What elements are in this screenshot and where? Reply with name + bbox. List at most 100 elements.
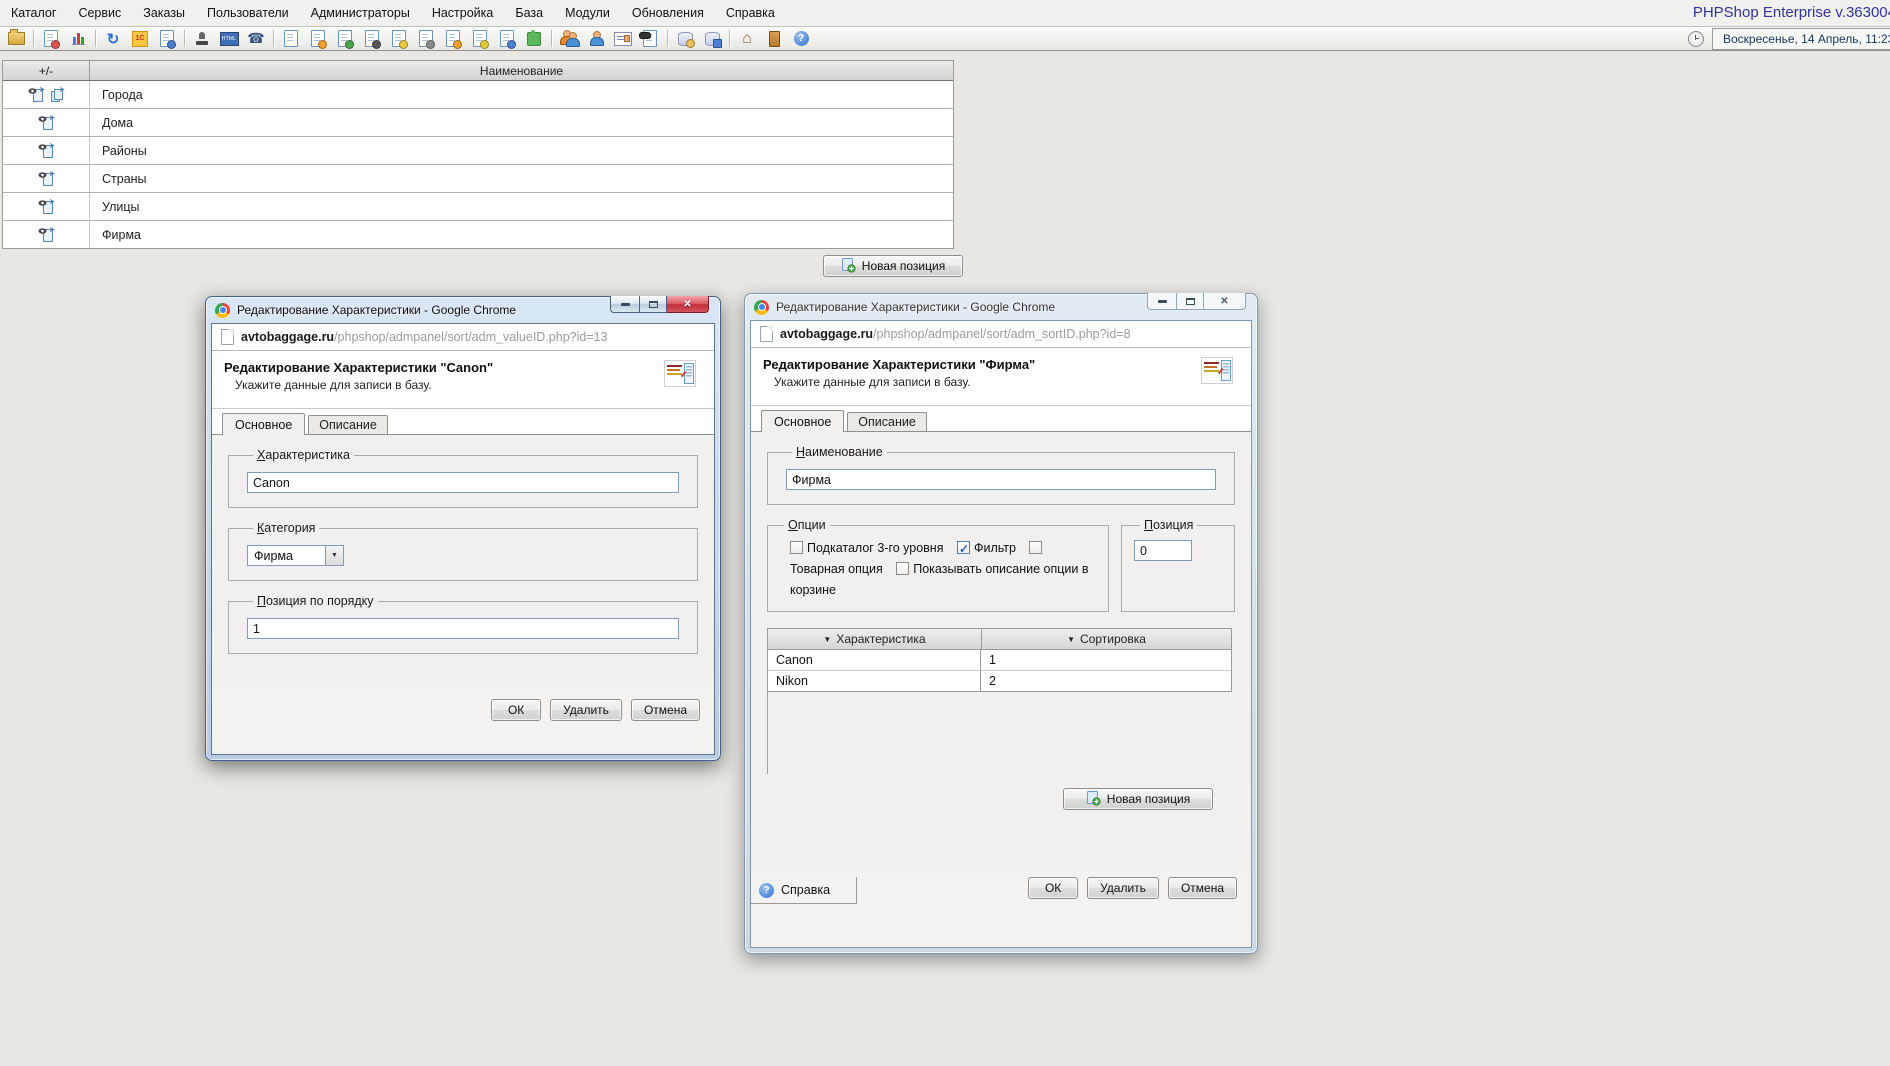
minimize-button[interactable] <box>610 296 639 313</box>
save-icon[interactable] <box>6 29 26 49</box>
door-exit-icon[interactable] <box>764 29 784 49</box>
characteristic-label: Характеристика <box>253 448 354 462</box>
table-header-row: ▼Характеристика ▼Сортировка <box>768 629 1231 650</box>
doc-link-icon[interactable] <box>416 29 436 49</box>
1c-export-icon[interactable] <box>130 29 150 49</box>
column-header-sort[interactable]: ▼Сортировка <box>982 629 1231 649</box>
position-group: Позиция по порядку <box>228 594 698 654</box>
sort-arrow-icon: ▼ <box>823 635 831 644</box>
export-save-icon[interactable] <box>157 29 177 49</box>
characteristic-input[interactable] <box>247 472 679 493</box>
cancel-button[interactable]: Отмена <box>631 699 700 721</box>
view-doc-icon[interactable] <box>38 171 55 187</box>
toolbar-separator <box>273 30 274 47</box>
window-titlebar[interactable]: Редактирование Характеристики - Google C… <box>211 297 715 323</box>
new-position-button[interactable]: Новая позиция <box>823 255 963 277</box>
users-icon[interactable] <box>559 29 579 49</box>
maximize-button[interactable] <box>1176 293 1204 310</box>
doc-sync-icon[interactable] <box>335 29 355 49</box>
position-input[interactable] <box>247 618 679 639</box>
copy-doc-icon[interactable] <box>49 87 65 103</box>
doc-warning-icon[interactable] <box>389 29 409 49</box>
contact-card-icon[interactable] <box>613 29 633 49</box>
table-row: Фирма <box>3 221 953 248</box>
doc-flash-icon[interactable] <box>308 29 328 49</box>
refresh-icon[interactable] <box>103 29 123 49</box>
column-header-name[interactable]: Наименование <box>90 61 953 80</box>
category-select[interactable]: Фирма <box>247 545 344 566</box>
menu-settings[interactable]: Настройка <box>421 0 505 26</box>
tab-main[interactable]: Основное <box>222 413 305 435</box>
fax-icon[interactable] <box>246 29 266 49</box>
maximize-button[interactable] <box>639 296 667 313</box>
close-button[interactable] <box>667 296 709 313</box>
new-position-button[interactable]: Новая позиция <box>1063 788 1213 810</box>
db-save-icon[interactable] <box>702 29 722 49</box>
ok-button[interactable]: ОК <box>1028 877 1078 899</box>
html-icon[interactable] <box>219 29 239 49</box>
help-button[interactable]: Справка <box>751 877 857 904</box>
doc-stats-icon[interactable] <box>497 29 517 49</box>
help-icon[interactable] <box>791 29 811 49</box>
doc-mark-icon[interactable] <box>470 29 490 49</box>
ok-button[interactable]: ОК <box>491 699 541 721</box>
table-row: Дома <box>3 109 953 137</box>
name-label: Наименование <box>792 445 887 459</box>
menu-database[interactable]: База <box>504 0 554 26</box>
db-key-icon[interactable] <box>675 29 695 49</box>
close-button[interactable] <box>1204 293 1246 310</box>
menu-orders[interactable]: Заказы <box>132 0 196 26</box>
question-icon <box>759 883 774 898</box>
table-row[interactable]: Canon 1 <box>768 650 1231 671</box>
form-icon <box>664 360 696 392</box>
minimize-button[interactable] <box>1147 293 1176 310</box>
checkbox-product-option[interactable] <box>1029 541 1042 554</box>
checkbox-filter[interactable] <box>957 541 970 554</box>
column-header-characteristic[interactable]: ▼Характеристика <box>768 629 982 649</box>
checkbox-label: Товарная опция <box>790 562 883 576</box>
checkbox-subcatalog[interactable] <box>790 541 803 554</box>
report-icon[interactable] <box>41 29 61 49</box>
tab-content: Наименование Опции Подкаталог 3-го уровн… <box>751 432 1251 869</box>
name-input[interactable] <box>786 469 1216 490</box>
address-bar[interactable]: avtobaggage.ru/phpshop/admpanel/sort/adm… <box>212 324 714 351</box>
tab-content: Характеристика Категория Фирма Позиция п… <box>212 435 714 687</box>
options-group: Опции Подкаталог 3-го уровня Фильтр Това… <box>767 518 1109 612</box>
plugin-icon[interactable] <box>524 29 544 49</box>
row-name: Дома <box>90 109 953 136</box>
menu-catalog[interactable]: Каталог <box>0 0 67 26</box>
doc-sign-icon[interactable] <box>362 29 382 49</box>
delete-button[interactable]: Удалить <box>550 699 622 721</box>
view-doc-icon[interactable] <box>38 227 55 243</box>
view-doc-icon[interactable] <box>38 143 55 159</box>
position-input[interactable] <box>1134 540 1192 561</box>
address-bar[interactable]: avtobaggage.ru/phpshop/admpanel/sort/adm… <box>751 321 1251 348</box>
menu-service[interactable]: Сервис <box>67 0 132 26</box>
menu-modules[interactable]: Модули <box>554 0 621 26</box>
menu-users[interactable]: Пользователи <box>196 0 300 26</box>
doc-edit-icon[interactable] <box>443 29 463 49</box>
cancel-button[interactable]: Отмена <box>1168 877 1237 899</box>
doc-new-icon[interactable] <box>281 29 301 49</box>
delete-button[interactable]: Удалить <box>1087 877 1159 899</box>
stamp-icon[interactable] <box>192 29 212 49</box>
table-header-row: +/- Наименование <box>3 61 953 81</box>
user-icon[interactable] <box>586 29 606 49</box>
chart-icon[interactable] <box>68 29 88 49</box>
home-icon[interactable] <box>737 29 757 49</box>
column-header-toggle[interactable]: +/- <box>3 61 90 80</box>
menu-updates[interactable]: Обновления <box>621 0 715 26</box>
search-doc-icon[interactable] <box>640 29 660 49</box>
view-doc-icon[interactable] <box>38 199 55 215</box>
window-titlebar[interactable]: Редактирование Характеристики - Google C… <box>750 294 1252 320</box>
chevron-down-icon[interactable] <box>325 546 343 565</box>
menu-help[interactable]: Справка <box>715 0 786 26</box>
menu-admins[interactable]: Администраторы <box>300 0 421 26</box>
tab-main[interactable]: Основное <box>761 410 844 432</box>
table-row[interactable]: Nikon 2 <box>768 671 1231 691</box>
checkbox-show-description[interactable] <box>896 562 909 575</box>
tab-description[interactable]: Описание <box>847 412 927 431</box>
view-doc-icon[interactable] <box>38 115 55 131</box>
tab-description[interactable]: Описание <box>308 415 388 434</box>
view-doc-icon[interactable] <box>28 87 45 103</box>
